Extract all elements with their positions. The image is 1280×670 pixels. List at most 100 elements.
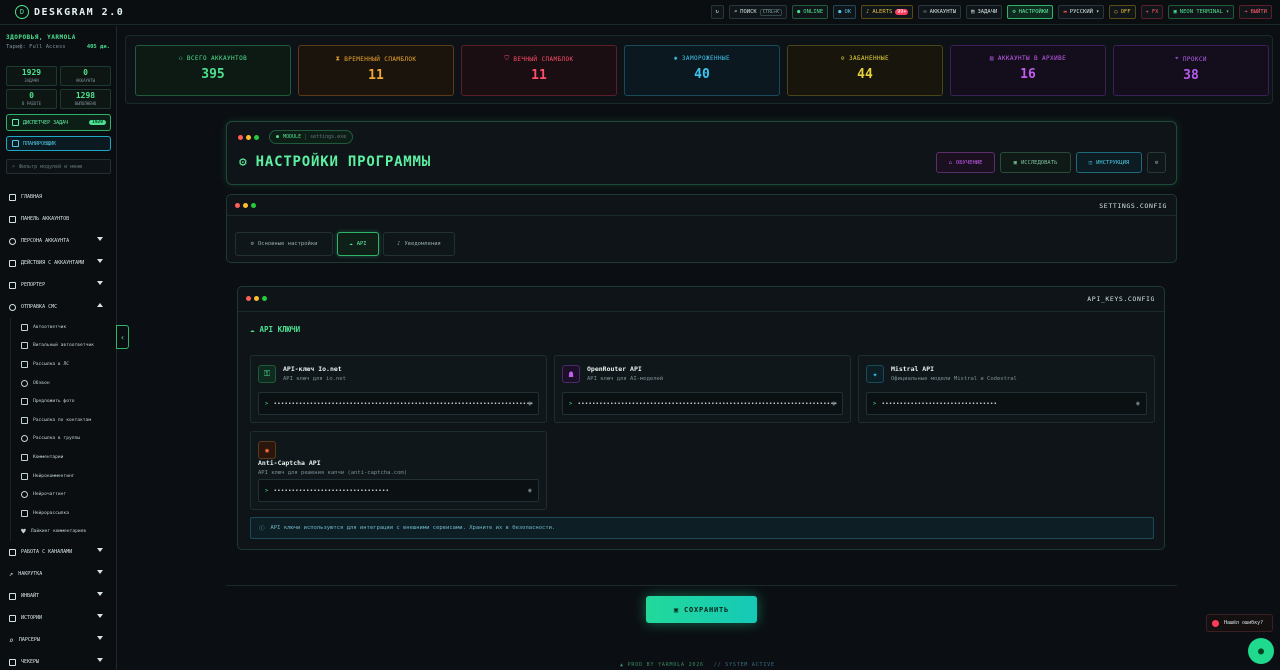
sidebar-item-boosting[interactable]: ↗ НАКРУТКА bbox=[0, 563, 116, 585]
submenu-item-comments[interactable]: Комментарии bbox=[10, 448, 116, 467]
dispatcher-button[interactable]: ДИСПЕТЧЕР ЗАДАЧ 1929 bbox=[6, 114, 111, 131]
sidebar-item-persona[interactable]: ПЕРСОНА АККАУНТА bbox=[0, 230, 116, 252]
research-button[interactable]: ▣ ИССЛЕДОВАТЬ bbox=[1000, 152, 1071, 173]
anticaptcha-key-input[interactable]: > •••••••••••••••••••••••••••••••• ◉ bbox=[258, 479, 539, 502]
api-section-label: API КЛЮЧИ bbox=[259, 325, 301, 334]
sidebar-item-label: ПЕРСОНА АККАУНТА bbox=[21, 238, 70, 244]
stat-label-text: ЗАМОРОЖЕННЫЕ bbox=[681, 55, 731, 62]
tab-notifications[interactable]: ♪ Уведомления bbox=[383, 232, 455, 256]
calendar-icon bbox=[12, 140, 19, 147]
learn-label: ОБУЧЕНИЕ bbox=[955, 159, 983, 166]
sidebar-item-parsers[interactable]: ⌕ ПАРСЕРЫ bbox=[0, 629, 116, 651]
bug-report-button[interactable]: Нашёл ошибку? bbox=[1206, 614, 1273, 632]
stat-banned[interactable]: ⊘ ЗАБАНЕННЫЕ 44 bbox=[787, 45, 943, 96]
submenu-item-label: Предложить фото bbox=[33, 399, 75, 405]
submenu-item-contacts-mailing[interactable]: Рассылка по контактам bbox=[10, 410, 116, 430]
sidebar-item-label: РЕПОРТЕР bbox=[21, 282, 46, 288]
learn-button[interactable]: ⌂ ОБУЧЕНИЕ bbox=[936, 152, 995, 173]
sidebar-item-send-sms[interactable]: ОТПРАВКА СМС bbox=[0, 296, 116, 318]
sidebar-item-reporter[interactable]: РЕПОРТЕР bbox=[0, 274, 116, 296]
chevron-left-icon: ‹ bbox=[120, 332, 125, 342]
fx-toggle[interactable]: ✦ FX bbox=[1140, 5, 1164, 19]
online-status[interactable]: ● ONLINE bbox=[791, 5, 829, 19]
side-stat-label: АККАУНТЫ bbox=[75, 78, 96, 83]
stat-total-accounts[interactable]: ⚇ ВСЕГО АККАУНТОВ 395 bbox=[135, 45, 291, 96]
stat-proxies[interactable]: ⌖ ПРОКСИ 38 bbox=[1113, 45, 1269, 96]
app-logo[interactable]: D DESKGRAM 2.0 bbox=[15, 5, 124, 19]
submenu-item-label: Лайкинг комментариев bbox=[30, 529, 87, 535]
submenu-item-label: Рассылка по контактам bbox=[33, 417, 92, 423]
stat-label-text: ПРОКСИ bbox=[1182, 55, 1207, 63]
module-settings-button[interactable]: ⚙ bbox=[1147, 152, 1166, 173]
sidebar-item-accounts-panel[interactable]: ПАНЕЛЬ АККАУНТОВ bbox=[0, 208, 116, 230]
ban-icon: ⊘ bbox=[840, 55, 845, 62]
guide-button[interactable]: ◫ ИНСТРУКЦИЯ bbox=[1076, 152, 1142, 173]
tab-api[interactable]: ☁ API bbox=[337, 232, 379, 256]
openrouter-key-input[interactable]: > •••••••••••••••••••••••••••••••••••••••… bbox=[562, 392, 843, 415]
prompt-icon: > bbox=[265, 487, 269, 494]
refresh-button[interactable]: ↻ bbox=[710, 5, 724, 19]
close-dot-icon bbox=[246, 296, 251, 301]
stat-frozen[interactable]: ✱ ЗАМОРОЖЕННЫЕ 40 bbox=[624, 45, 780, 96]
sidebar-item-home[interactable]: ГЛАВНАЯ bbox=[0, 186, 116, 208]
stat-value: 44 bbox=[857, 67, 873, 82]
theme-select[interactable]: ▣ NEON TERMINAL ▾ bbox=[1168, 5, 1235, 19]
save-button[interactable]: ▣ СОХРАНИТЬ bbox=[646, 596, 757, 623]
submenu-item-dm-mailing[interactable]: Рассылка в ЛС bbox=[10, 355, 116, 374]
module-filter-input[interactable]: ⌕ Фильтр модулей и меню bbox=[6, 159, 111, 174]
sparkle-icon: ✦ bbox=[866, 365, 884, 383]
submenu-item-calls[interactable]: Обзвон bbox=[10, 373, 116, 393]
tasks-button[interactable]: ▤ ЗАДАЧИ bbox=[966, 5, 1003, 19]
heart-icon: ♥ bbox=[21, 527, 26, 537]
submenu-item-vital-autoresponder[interactable]: Витальный автоответчик bbox=[10, 336, 116, 356]
sidebar-item-invite[interactable]: ИНВАЙТ bbox=[0, 585, 116, 607]
eye-icon[interactable]: ◉ bbox=[528, 400, 532, 407]
stat-archived[interactable]: ▤ АККАУНТЫ В АРХИВЕ 16 bbox=[950, 45, 1106, 96]
ok-label: OK bbox=[844, 9, 852, 15]
search-button[interactable]: ⌕ ПОИСК CTRL+K bbox=[728, 5, 787, 19]
sidebar-item-account-actions[interactable]: ДЕЙСТВИЯ С АККАУНТАМИ bbox=[0, 252, 116, 274]
alerts-button[interactable]: ♪ ALERTS 99+ bbox=[861, 5, 914, 19]
dispatcher-icon bbox=[12, 119, 19, 126]
sidebar-collapse-button[interactable]: ‹ bbox=[116, 325, 129, 349]
language-select[interactable]: ▬ РУССКИЙ ▾ bbox=[1058, 5, 1105, 19]
fx-label: FX bbox=[1151, 9, 1159, 15]
submenu-item-neurocommenting[interactable]: Нейрокомментинг bbox=[10, 466, 116, 486]
scheduler-button[interactable]: ПЛАНИРОВЩИК bbox=[6, 136, 111, 151]
chevron-down-icon: ▾ bbox=[1095, 9, 1100, 15]
submenu-item-offer-photo[interactable]: Предложить фото bbox=[10, 392, 116, 411]
sidebar-item-stories[interactable]: ИСТОРИИ bbox=[0, 607, 116, 629]
submenu-item-groups-mailing[interactable]: Рассылка в группы bbox=[10, 429, 116, 449]
logout-button[interactable]: ⇥ ВЫЙТИ bbox=[1239, 5, 1272, 19]
accounts-button[interactable]: ⚇ АККАУНТЫ bbox=[918, 5, 962, 19]
logout-icon: ⇥ bbox=[1244, 9, 1248, 15]
sidebar-item-channels[interactable]: РАБОТА С КАНАЛАМИ bbox=[0, 541, 116, 563]
chat-icon: ● bbox=[1257, 645, 1265, 657]
submenu-item-autoresponder[interactable]: Автоответчик bbox=[10, 318, 116, 337]
eye-icon[interactable]: ◉ bbox=[528, 487, 532, 494]
submenu-item-neuromailing[interactable]: Нейрорассылка bbox=[10, 503, 116, 523]
ok-status[interactable]: ● OK bbox=[833, 5, 857, 19]
logo-icon: D bbox=[15, 5, 29, 19]
tab-general[interactable]: ⚙ Основные настройки bbox=[235, 232, 333, 256]
mistral-key-input[interactable]: > •••••••••••••••••••••••••••••••• ◉ bbox=[866, 392, 1147, 415]
sound-toggle[interactable]: ○ OFF bbox=[1109, 5, 1136, 19]
prompt-icon: > bbox=[265, 400, 269, 407]
eye-icon[interactable]: ◉ bbox=[1136, 400, 1140, 407]
stat-perm-spamblock[interactable]: ⛉ ВЕЧНЫЙ СПАМБЛОК 11 bbox=[461, 45, 617, 96]
prompt-icon: > bbox=[873, 400, 877, 407]
eye-icon[interactable]: ◉ bbox=[832, 400, 836, 407]
chat-button[interactable]: ● bbox=[1248, 638, 1274, 664]
users-icon: ⚇ bbox=[178, 55, 183, 62]
sidebar-item-label: ГЛАВНАЯ bbox=[21, 194, 43, 200]
settings-button[interactable]: ⚙ НАСТРОЙКИ bbox=[1007, 5, 1054, 19]
submenu-item-neurochatting[interactable]: Нейрочаттинг bbox=[10, 485, 116, 504]
robot-icon: ☗ bbox=[562, 365, 580, 383]
sidebar-nav: ГЛАВНАЯ ПАНЕЛЬ АККАУНТОВ ПЕРСОНА АККАУНТ… bbox=[0, 186, 116, 670]
stat-temp-spamblock[interactable]: ⧗ ВРЕМЕННЫЙ СПАМБЛОК 11 bbox=[298, 45, 454, 96]
stat-label: ⌖ ПРОКСИ bbox=[1114, 55, 1268, 63]
sidebar-item-checkers[interactable]: ЧЕКЕРЫ bbox=[0, 651, 116, 670]
ionet-key-input[interactable]: > •••••••••••••••••••••••••••••••••••••••… bbox=[258, 392, 539, 415]
submenu-item-comment-liking[interactable]: ♥ Лайкинг комментариев bbox=[10, 522, 116, 542]
sidebar-item-label: РАБОТА С КАНАЛАМИ bbox=[21, 549, 73, 556]
